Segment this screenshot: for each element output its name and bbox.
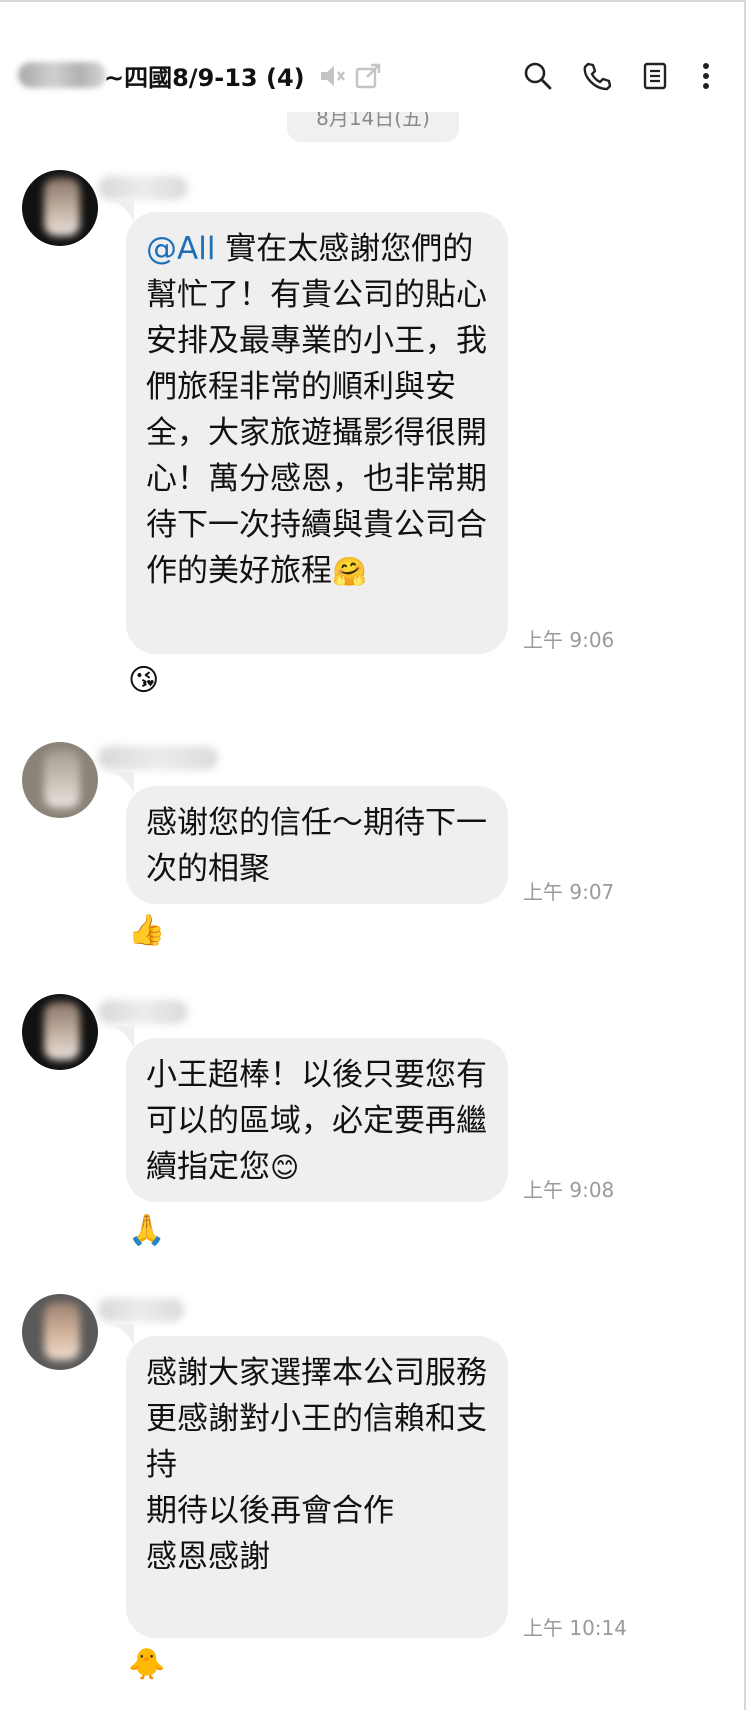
blurred-group-name (18, 62, 106, 88)
more-icon[interactable] (686, 56, 726, 96)
hug-emoji: 🤗 (332, 555, 367, 588)
sender-name-blurred (98, 746, 218, 770)
reaction-emoji[interactable]: 👍 (128, 912, 166, 950)
search-icon[interactable] (518, 56, 558, 96)
avatar[interactable] (22, 994, 98, 1070)
bubble-tail (108, 1026, 134, 1048)
avatar[interactable] (22, 1294, 98, 1370)
phone-icon[interactable] (576, 56, 616, 96)
message-text: 小王超棒！以後只要您有可以的區域，必定要再繼續指定您 (146, 1057, 487, 1185)
message-time: 上午 9:07 (523, 880, 615, 904)
sender-name-blurred (98, 1298, 184, 1322)
popout-icon[interactable] (348, 56, 388, 96)
bubble-tail (108, 200, 134, 222)
reaction-emoji[interactable]: 😘 (128, 662, 166, 700)
bubble-tail (108, 772, 134, 794)
message-bubble[interactable]: 感謝大家選擇本公司服務 更感謝對小王的信賴和支持 期待以後再會合作 感恩感謝 (126, 1336, 508, 1638)
chat-header: ~四國8/9-13 (4) (0, 40, 746, 110)
sender-name-blurred (98, 1000, 188, 1024)
message-bubble[interactable]: @All 實在太感謝您們的幫忙了！有貴公司的貼心安排及最專業的小王，我們旅程非常… (126, 212, 508, 654)
message-text: 感謝大家選擇本公司服務 更感謝對小王的信賴和支持 期待以後再會合作 感恩感謝 (146, 1355, 487, 1575)
chat-title[interactable]: ~四國8/9-13 (4) (104, 58, 305, 93)
message-time: 上午 9:08 (523, 1178, 615, 1202)
message-bubble[interactable]: 小王超棒！以後只要您有可以的區域，必定要再繼續指定您😊 (126, 1038, 508, 1202)
notes-icon[interactable] (635, 56, 675, 96)
avatar[interactable] (22, 742, 98, 818)
message-text: 實在太感謝您們的幫忙了！有貴公司的貼心安排及最專業的小王，我們旅程非常的順利與安… (146, 231, 487, 589)
sender-name-blurred (98, 176, 188, 200)
message-bubble[interactable]: 感谢您的信任～期待下一次的相聚 (126, 786, 508, 904)
reaction-emoji[interactable]: 🙏 (128, 1212, 166, 1250)
message-time: 上午 9:06 (523, 628, 615, 652)
smile-emoji: 😊 (270, 1151, 300, 1184)
message-time: 上午 10:14 (523, 1616, 627, 1640)
mention-all[interactable]: @All (146, 231, 215, 267)
date-separator: 8月14日(五) (287, 112, 459, 142)
reaction-emoji[interactable]: 🐥 (128, 1646, 166, 1684)
bubble-tail (108, 1324, 134, 1346)
window-border-top (0, 0, 746, 2)
avatar[interactable] (22, 170, 98, 246)
mute-icon[interactable] (312, 56, 352, 96)
message-text: 感谢您的信任～期待下一次的相聚 (146, 805, 487, 887)
